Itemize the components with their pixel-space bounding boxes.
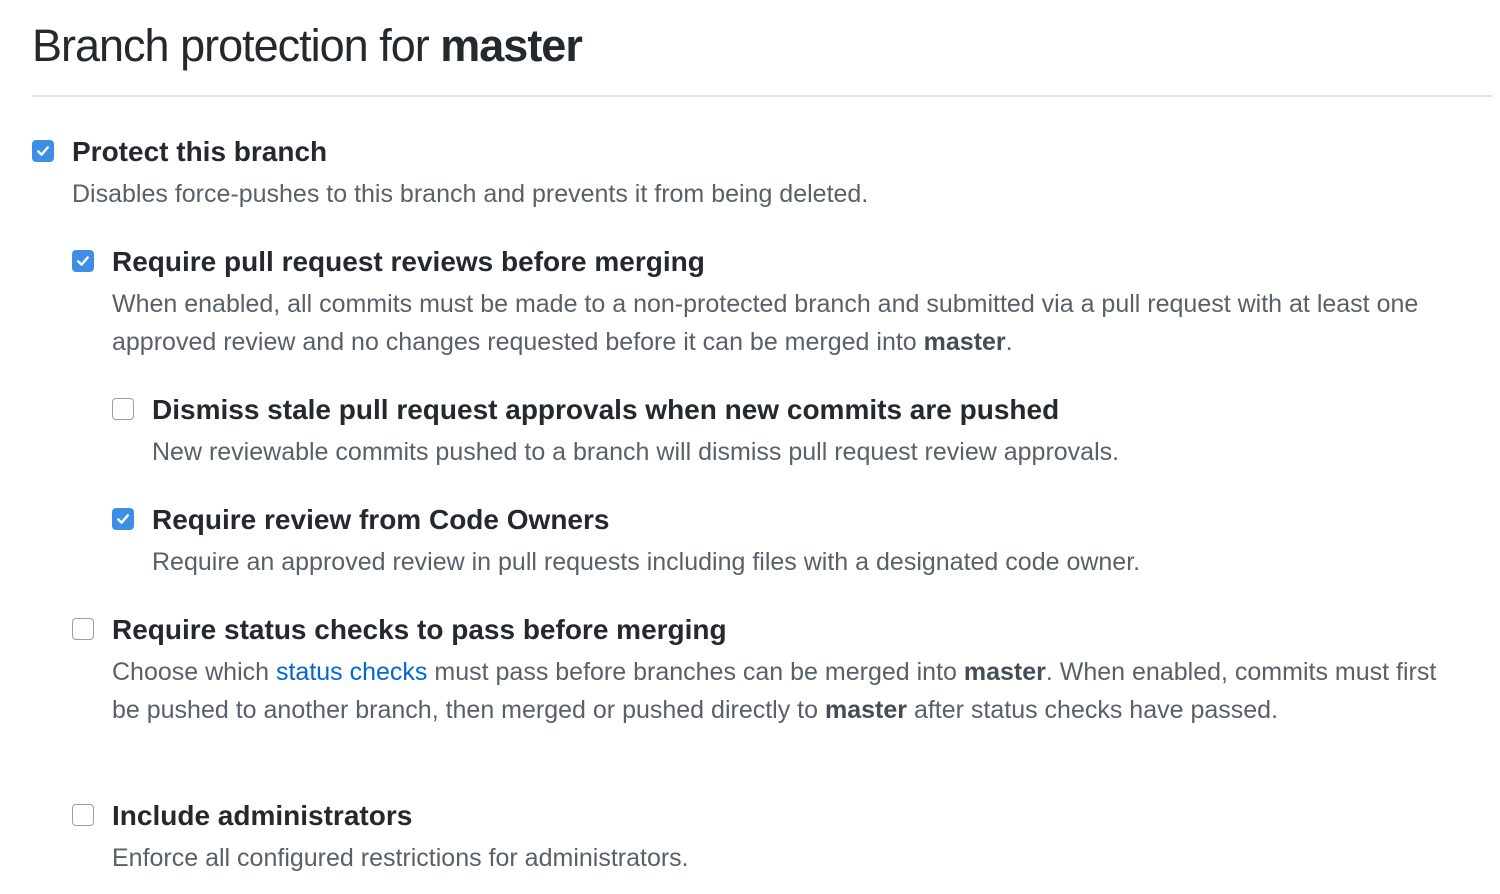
code-owners-label[interactable]: Require review from Code Owners [152, 505, 609, 535]
include-admins-checkbox[interactable] [72, 804, 94, 826]
page-title-prefix: Branch protection for [32, 20, 430, 71]
require-reviews-description-end: . [1005, 328, 1013, 356]
status-checks-desc-start: Choose which [112, 658, 270, 686]
include-admins-label[interactable]: Include administrators [112, 801, 412, 831]
include-admins-description: Enforce all configured restrictions for … [112, 844, 689, 872]
dismiss-stale-label[interactable]: Dismiss stale pull request approvals whe… [152, 395, 1059, 425]
status-checks-link[interactable]: status checks [276, 658, 427, 686]
dismiss-stale-description: New reviewable commits pushed to a branc… [152, 438, 1120, 466]
page-title: Branch protection for master [32, 18, 1492, 74]
require-reviews-branch: master [923, 328, 1006, 356]
protect-branch-checkbox[interactable] [32, 140, 54, 162]
checkmark-icon [77, 256, 89, 266]
checkmark-icon [37, 146, 49, 156]
status-checks-branch-2: master [824, 696, 907, 724]
status-checks-label[interactable]: Require status checks to pass before mer… [112, 615, 727, 645]
status-checks-description: Choose which status checks must pass bef… [112, 653, 1467, 729]
page-header: Branch protection for master [32, 18, 1492, 97]
require-reviews-label[interactable]: Require pull request reviews before merg… [112, 247, 705, 277]
protect-branch-label[interactable]: Protect this branch [72, 137, 327, 167]
status-checks-checkbox[interactable] [72, 618, 94, 640]
status-checks-branch: master [963, 658, 1046, 686]
code-owners-description: Require an approved review in pull reque… [152, 548, 1141, 576]
page-title-branch: master [440, 20, 583, 71]
status-checks-desc-after-link: must pass before branches can be merged … [434, 658, 957, 686]
protect-branch-description: Disables force-pushes to this branch and… [72, 180, 869, 208]
require-reviews-description: When enabled, all commits must be made t… [112, 285, 1457, 361]
require-reviews-description-text: When enabled, all commits must be made t… [112, 290, 1419, 356]
code-owners-checkbox[interactable] [112, 508, 134, 530]
status-checks-desc-end: after status checks have passed. [913, 696, 1279, 724]
require-reviews-checkbox[interactable] [72, 250, 94, 272]
checkmark-icon [117, 514, 129, 524]
dismiss-stale-checkbox[interactable] [112, 398, 134, 420]
